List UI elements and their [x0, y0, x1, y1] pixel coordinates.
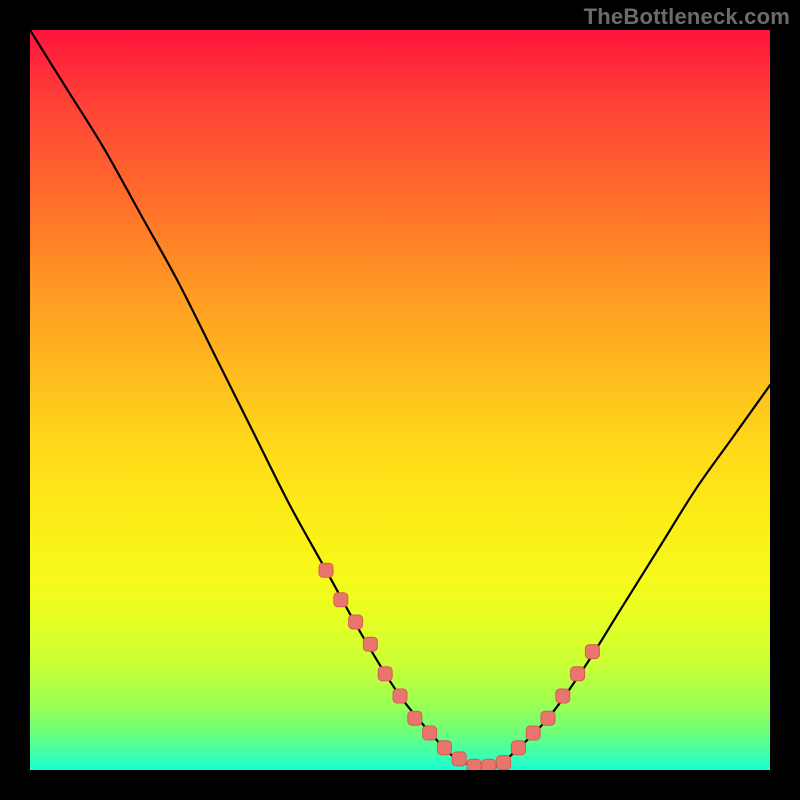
marker-point	[423, 726, 437, 740]
bottleneck-curve	[30, 30, 770, 768]
marker-point	[497, 756, 511, 770]
marker-point	[334, 593, 348, 607]
marker-point	[482, 759, 496, 770]
marker-point	[526, 726, 540, 740]
marker-point	[571, 667, 585, 681]
marker-point	[378, 667, 392, 681]
marker-point	[452, 752, 466, 766]
highlighted-markers	[319, 563, 599, 770]
marker-point	[437, 741, 451, 755]
chart-svg	[30, 30, 770, 770]
watermark-text: TheBottleneck.com	[584, 4, 790, 30]
marker-point	[393, 689, 407, 703]
marker-point	[556, 689, 570, 703]
marker-point	[363, 637, 377, 651]
marker-point	[349, 615, 363, 629]
marker-point	[408, 711, 422, 725]
marker-point	[585, 645, 599, 659]
marker-point	[467, 759, 481, 770]
marker-point	[541, 711, 555, 725]
chart-plot-area	[30, 30, 770, 770]
marker-point	[319, 563, 333, 577]
marker-point	[511, 741, 525, 755]
